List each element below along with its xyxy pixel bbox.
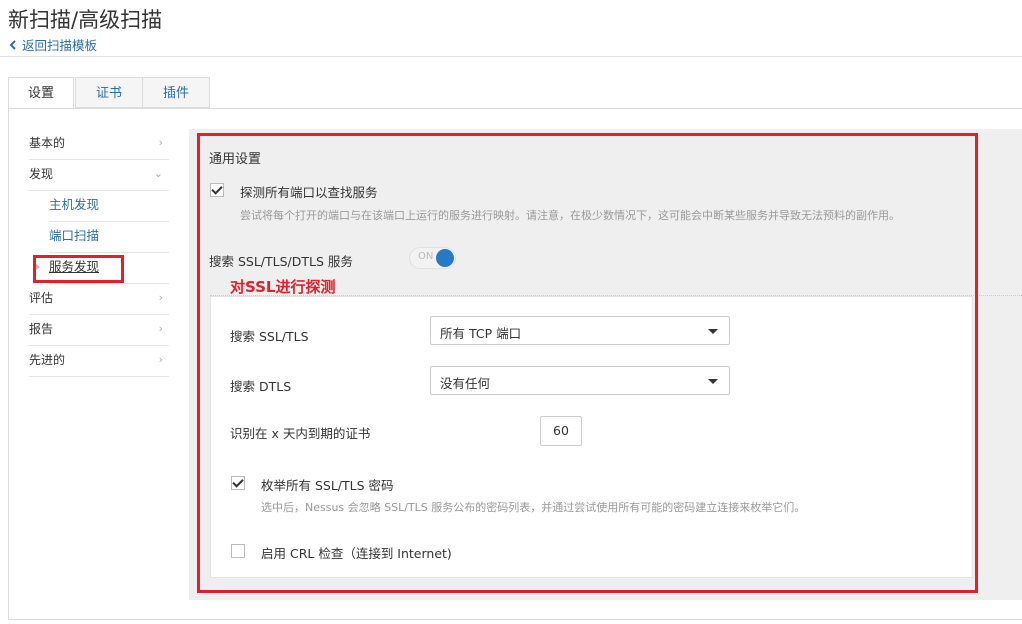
chevron-right-icon: ›	[158, 136, 163, 149]
tab-divider	[8, 108, 1022, 109]
chevron-down-icon: ⌄	[153, 167, 163, 180]
content-border-left	[8, 108, 9, 620]
sidebar-item-report[interactable]: 报告 ›	[29, 315, 169, 346]
sidebar-item-assessment[interactable]: 评估 ›	[29, 284, 169, 315]
content-border-bottom	[8, 619, 1022, 620]
back-link-label[interactable]: 返回扫描模板	[22, 38, 97, 53]
header-divider	[0, 56, 1022, 57]
back-to-templates-link[interactable]: 返回扫描模板	[9, 35, 97, 54]
sidebar-item-label: 评估	[29, 291, 54, 305]
sidebar-subitem-port-scanning[interactable]: 端口扫描	[49, 222, 169, 253]
tab-plugins[interactable]: 插件	[142, 77, 210, 108]
annotation-box-settings	[197, 133, 978, 593]
chevron-right-icon: ›	[158, 291, 163, 304]
page-title: 新扫描/高级扫描	[8, 8, 163, 32]
sidebar-subitem-host-discovery[interactable]: 主机发现	[49, 191, 169, 222]
sidebar-item-label: 基本的	[29, 136, 66, 150]
sidebar-item-advanced[interactable]: 先进的 ›	[29, 346, 169, 377]
chevron-right-icon: ›	[158, 353, 163, 366]
sidebar-item-discovery[interactable]: 发现 ⌄	[29, 160, 169, 191]
sidebar-item-label: 发现	[29, 167, 54, 181]
sidebar-item-basic[interactable]: 基本的 ›	[29, 129, 169, 160]
sidebar-item-label: 先进的	[29, 353, 66, 367]
chevron-right-icon: ›	[158, 322, 163, 335]
sidebar-item-label: 报告	[29, 322, 54, 336]
tab-credentials[interactable]: 证书	[75, 77, 143, 108]
chevron-left-icon	[9, 38, 19, 53]
tab-settings[interactable]: 设置	[8, 77, 74, 109]
annotation-box-service-discovery	[33, 255, 124, 283]
